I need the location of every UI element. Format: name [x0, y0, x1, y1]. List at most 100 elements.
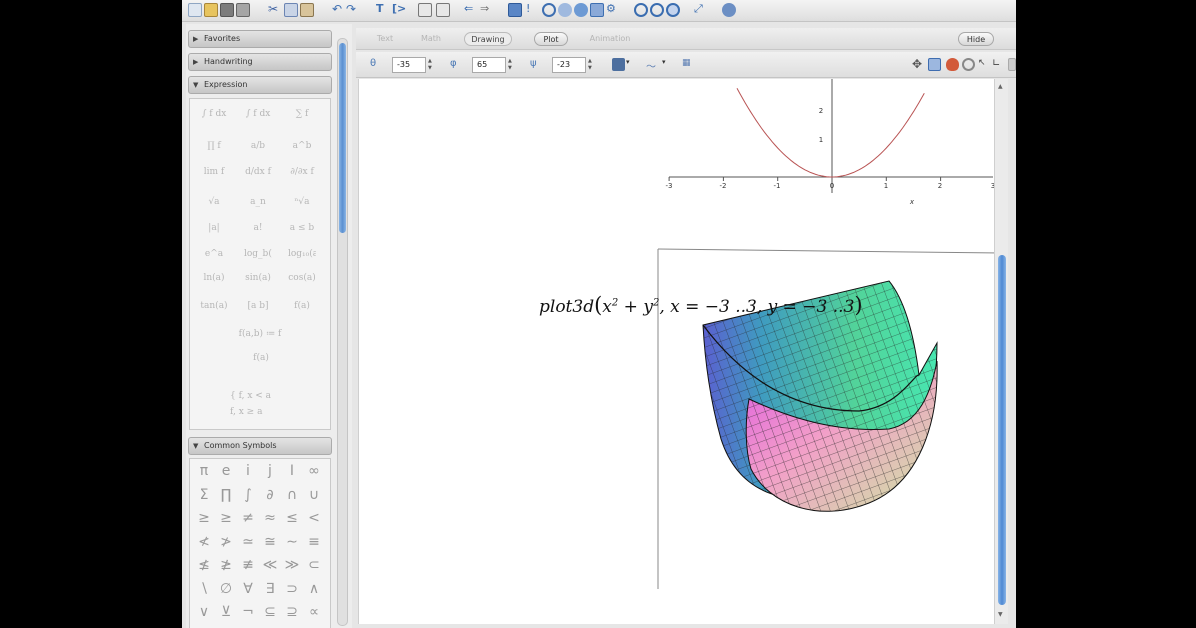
copy-icon[interactable]: [284, 3, 298, 17]
forward-icon[interactable]: ⇒: [480, 3, 494, 17]
psi-input[interactable]: -23: [552, 57, 586, 73]
exp-template[interactable]: e^a: [200, 245, 228, 263]
dropdown-arrow-icon[interactable]: ▾: [626, 58, 639, 71]
partial-derivative-template[interactable]: ∂/∂x f: [288, 163, 316, 181]
product-template[interactable]: ∏ f: [200, 137, 228, 155]
abs-template[interactable]: |a|: [200, 219, 228, 237]
cos-template[interactable]: cos(a): [288, 269, 316, 287]
plot2d[interactable]: [359, 79, 996, 199]
symbol-button[interactable]: ≮: [194, 532, 214, 552]
hide-button[interactable]: Hide: [958, 32, 994, 46]
symbol-button[interactable]: ∖: [194, 579, 214, 599]
scale-icon[interactable]: [946, 58, 959, 71]
symbol-button[interactable]: ≡: [304, 532, 324, 552]
save-icon[interactable]: [220, 3, 234, 17]
function-template[interactable]: f(a): [288, 297, 316, 315]
theta-input[interactable]: -35: [392, 57, 426, 73]
symbol-button[interactable]: ≥: [216, 508, 236, 528]
symbol-button[interactable]: ⊻: [216, 602, 236, 622]
symbol-button[interactable]: ∩: [282, 485, 302, 505]
pan-icon[interactable]: [928, 58, 941, 71]
theta-spinner-icon[interactable]: ▲ ▼: [428, 58, 434, 72]
symbol-button[interactable]: ≰: [194, 555, 214, 575]
back-icon[interactable]: ⇐: [464, 3, 478, 17]
symbol-button[interactable]: ∪: [304, 485, 324, 505]
light-icon[interactable]: [962, 58, 975, 71]
symbol-button[interactable]: π: [194, 461, 214, 481]
log-base-template[interactable]: log_b(a): [244, 245, 272, 263]
plot-style-icon[interactable]: [612, 58, 625, 71]
symbol-button[interactable]: Σ: [194, 485, 214, 505]
symbol-button[interactable]: j: [260, 461, 280, 481]
palette-common-symbols-header[interactable]: ▼ Common Symbols: [188, 437, 332, 455]
symbol-button[interactable]: ∂: [260, 485, 280, 505]
function-definition-template[interactable]: f(a,b) ≔ f: [210, 325, 310, 343]
symbol-button[interactable]: ≈: [260, 508, 280, 528]
print-icon[interactable]: [236, 3, 250, 17]
nth-root-template[interactable]: ⁿ√a: [288, 193, 316, 211]
undo-icon[interactable]: ↶: [332, 3, 346, 17]
symbol-button[interactable]: ⊆: [260, 602, 280, 622]
piecewise-template-row2[interactable]: f, x ≥ a: [230, 403, 300, 421]
fraction-template[interactable]: a/b: [244, 137, 272, 155]
function-call-template[interactable]: f(a): [204, 349, 318, 367]
settings-icon[interactable]: ⚙: [606, 3, 620, 17]
symbol-button[interactable]: ∃: [260, 579, 280, 599]
scroll-up-icon[interactable]: ▲: [998, 83, 1003, 90]
more-tools-icon[interactable]: [1008, 58, 1016, 71]
ln-template[interactable]: ln(a): [200, 269, 228, 287]
tab-drawing[interactable]: Drawing: [464, 32, 512, 46]
insert-table-icon[interactable]: [418, 3, 432, 17]
axes-icon[interactable]: ∟: [992, 58, 1005, 71]
sin-template[interactable]: sin(a): [244, 269, 272, 287]
symbol-button[interactable]: ∀: [238, 579, 258, 599]
dropdown-arrow-icon[interactable]: ▾: [662, 58, 675, 71]
document-scrollbar-thumb[interactable]: [998, 255, 1006, 605]
symbol-button[interactable]: ≫: [282, 555, 302, 575]
palette-favorites-header[interactable]: ▶ Favorites: [188, 30, 332, 48]
symbol-button[interactable]: ≯: [216, 532, 236, 552]
definite-integral-template[interactable]: ∫ f dx: [200, 105, 228, 123]
symbol-button[interactable]: ≤: [282, 508, 302, 528]
palette-handwriting-header[interactable]: ▶ Handwriting: [188, 53, 332, 71]
palette-scrollbar-thumb[interactable]: [339, 43, 346, 233]
zoom-200-icon[interactable]: [666, 3, 680, 17]
new-document-icon[interactable]: [188, 3, 202, 17]
symbol-button[interactable]: ∨: [194, 602, 214, 622]
debug-icon[interactable]: [558, 3, 572, 17]
symbol-button[interactable]: ⊃: [282, 579, 302, 599]
symbol-button[interactable]: i: [238, 461, 258, 481]
magnify-icon[interactable]: ⤢: [694, 3, 708, 17]
tab-text[interactable]: Text: [368, 32, 402, 46]
psi-spinner-icon[interactable]: ▲ ▼: [588, 58, 594, 72]
inequality-template[interactable]: a ≤ b: [288, 219, 316, 237]
symbol-button[interactable]: ⊂: [304, 555, 324, 575]
open-folder-icon[interactable]: [204, 3, 218, 17]
redo-icon[interactable]: ↷: [346, 3, 360, 17]
palette-scrollbar[interactable]: [337, 38, 348, 626]
sqrt-template[interactable]: √a: [200, 193, 228, 211]
power-template[interactable]: a^b: [288, 137, 316, 155]
symbol-button[interactable]: ≠: [238, 508, 258, 528]
symbol-button[interactable]: ≅: [260, 532, 280, 552]
log10-template[interactable]: log₁₀(a): [288, 245, 316, 263]
maple-help-icon[interactable]: [722, 3, 736, 17]
document-area[interactable]: -3 -2 -1 0 1 2 3 2 1 x plot3d(x2 + y2, x…: [358, 79, 1002, 624]
execute-icon[interactable]: [508, 3, 522, 17]
tab-animation[interactable]: Animation: [580, 32, 640, 46]
subscript-template[interactable]: a_n: [244, 193, 272, 211]
symbol-button[interactable]: <: [304, 508, 324, 528]
symbol-button[interactable]: e: [216, 461, 236, 481]
symbol-button[interactable]: ≢: [238, 555, 258, 575]
symbol-button[interactable]: ≃: [238, 532, 258, 552]
plot3d-command[interactable]: plot3d(x2 + y2, x = −3 ..3, y = −3 ..3): [539, 293, 863, 317]
symbol-button[interactable]: ∏: [216, 485, 236, 505]
matrix-template[interactable]: [a b]: [244, 297, 272, 315]
indefinite-integral-template[interactable]: ∫ f dx: [244, 105, 272, 123]
tan-template[interactable]: tan(a): [200, 297, 228, 315]
insert-section-icon[interactable]: [436, 3, 450, 17]
document-scrollbar[interactable]: ▲ ▼: [994, 79, 1008, 624]
axes-style-icon[interactable]: ▦: [682, 58, 695, 71]
factorial-template[interactable]: a!: [244, 219, 272, 237]
symbol-button[interactable]: ≱: [216, 555, 236, 575]
